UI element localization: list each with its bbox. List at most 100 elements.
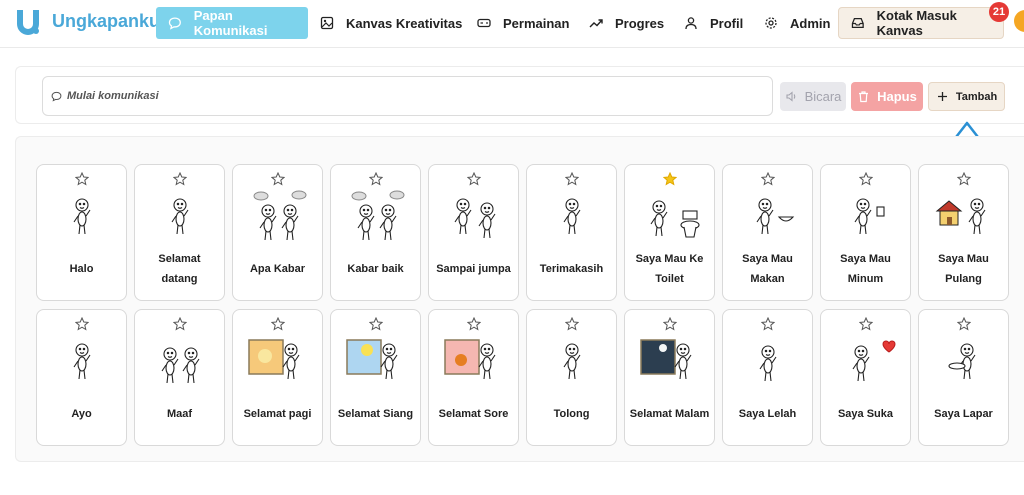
board-card[interactable]: Saya Lelah xyxy=(722,309,813,446)
board-card[interactable]: Saya Mau Pulang xyxy=(918,164,1009,301)
board-card[interactable]: Tolong xyxy=(526,309,617,446)
favorite-star-icon[interactable] xyxy=(467,317,481,331)
board-card[interactable]: Selamat Siang xyxy=(330,309,421,446)
card-label: Ayo xyxy=(71,408,92,420)
help-stick-figure-icon xyxy=(563,343,581,380)
image-icon xyxy=(320,16,334,30)
favorite-star-icon[interactable] xyxy=(271,172,285,186)
waving-stick-figure-icon xyxy=(73,198,91,235)
board-card[interactable]: Apa Kabar xyxy=(232,164,323,301)
figure-with-house-icon xyxy=(935,198,986,235)
favorite-star-icon[interactable] xyxy=(957,317,971,331)
figure-with-heart-icon xyxy=(852,340,896,382)
board-card[interactable]: Sampai jumpa xyxy=(428,164,519,301)
board-card[interactable]: Saya Mau Makan xyxy=(722,164,813,301)
tired-stick-figure-icon xyxy=(759,345,777,382)
board-card[interactable]: Kabar baik xyxy=(330,164,421,301)
favorite-star-icon[interactable] xyxy=(173,172,187,186)
favorite-star-icon[interactable] xyxy=(663,317,677,331)
two-figures-apology-icon xyxy=(161,347,200,384)
nav-kotak-masuk-kanvas[interactable]: Kotak Masuk Kanvas xyxy=(838,7,1004,39)
card-label: Saya Mau Makan xyxy=(742,253,793,285)
board-card[interactable]: Ayo xyxy=(36,309,127,446)
nav-profil[interactable]: Profil xyxy=(684,7,743,39)
nav-progres[interactable]: Progres xyxy=(589,7,664,39)
board-card[interactable]: Halo xyxy=(36,164,127,301)
card-label: Selamat datang xyxy=(158,253,201,285)
window-noon-figure-icon xyxy=(346,339,398,380)
two-figures-speech-bubbles-icon xyxy=(253,190,307,241)
board-card[interactable]: Saya Mau Minum xyxy=(820,164,911,301)
nav-label: Progres xyxy=(615,15,665,31)
favorite-star-icon[interactable] xyxy=(957,172,971,186)
favorite-star-icon[interactable] xyxy=(565,172,579,186)
favorite-star-icon[interactable] xyxy=(761,317,775,331)
top-navbar: Ungkapanku Papan Komunikasi Kanvas Kreat… xyxy=(0,0,1024,48)
figure-with-plate-icon xyxy=(948,343,976,380)
welcoming-stick-figure-icon xyxy=(171,198,189,235)
card-label: Halo xyxy=(69,263,94,275)
card-label: Saya Lapar xyxy=(934,408,993,420)
board-card[interactable]: Maaf xyxy=(134,309,225,446)
add-label: Tambah xyxy=(955,90,998,103)
favorite-star-icon[interactable] xyxy=(565,317,579,331)
board-card[interactable]: Selamat datang xyxy=(134,164,225,301)
nav-label: Kotak Masuk Kanvas xyxy=(876,8,957,38)
delete-button[interactable]: Hapus xyxy=(851,82,923,111)
favorite-star-icon[interactable] xyxy=(467,172,481,186)
card-label: Selamat Malam xyxy=(629,408,710,420)
notification-badge[interactable]: 21 xyxy=(989,2,1009,22)
nav-label: Admin xyxy=(790,15,831,31)
nav-kanvas-kreativitas[interactable]: Kanvas Kreativitas xyxy=(320,7,462,39)
speak-button[interactable]: Bicara xyxy=(780,82,846,111)
chat-bubble-icon xyxy=(51,91,62,102)
favorite-star-icon[interactable] xyxy=(369,317,383,331)
nav-label: Papan Komunikasi xyxy=(193,8,268,38)
trending-up-icon xyxy=(589,19,603,28)
favorite-star-icon[interactable] xyxy=(271,317,285,331)
thankful-stick-figure-icon xyxy=(563,198,581,235)
plus-icon xyxy=(937,92,947,101)
board-card[interactable]: Selamat pagi xyxy=(232,309,323,446)
card-label: Selamat Siang xyxy=(337,408,414,420)
speaker-icon xyxy=(786,91,795,102)
card-label: Apa Kabar xyxy=(249,263,306,275)
delete-label: Hapus xyxy=(877,89,917,104)
inbox-icon xyxy=(851,17,864,29)
gamepad-icon xyxy=(477,18,491,28)
board-card[interactable]: Selamat Malam xyxy=(624,309,715,446)
board-card[interactable]: Saya Suka xyxy=(820,309,911,446)
favorite-star-icon[interactable] xyxy=(859,317,873,331)
communication-placeholder: Mulai komunikasi xyxy=(67,90,159,102)
favorite-star-icon[interactable] xyxy=(75,172,89,186)
two-figures-goodbye-icon xyxy=(454,198,496,239)
card-label: Saya Mau Pulang xyxy=(938,253,989,285)
board-card[interactable]: Saya Lapar xyxy=(918,309,1009,446)
app-name[interactable]: Ungkapanku xyxy=(52,11,160,32)
add-button[interactable]: Tambah xyxy=(928,82,1005,111)
figure-with-cup-icon xyxy=(854,198,885,235)
card-label: Selamat Sore xyxy=(438,408,509,420)
board-card[interactable]: Terimakasih xyxy=(526,164,617,301)
favorite-star-icon[interactable] xyxy=(859,172,873,186)
chat-bubble-icon xyxy=(168,17,181,30)
card-label: Saya Lelah xyxy=(738,408,797,420)
favorite-star-icon[interactable] xyxy=(761,172,775,186)
nav-label: Permainan xyxy=(503,15,570,31)
communication-input[interactable]: Mulai komunikasi xyxy=(42,76,773,116)
board-card[interactable]: Saya Mau Ke Toilet xyxy=(624,164,715,301)
app-logo-icon xyxy=(17,10,39,35)
favorite-star-icon[interactable] xyxy=(75,317,89,331)
card-label: Saya Mau Ke Toilet xyxy=(635,253,704,285)
nav-admin[interactable]: Admin xyxy=(764,7,830,39)
card-label: Saya Mau Minum xyxy=(840,253,891,285)
favorite-star-icon[interactable] xyxy=(369,172,383,186)
nav-permainan[interactable]: Permainan xyxy=(477,7,569,39)
beckoning-stick-figure-icon xyxy=(73,343,91,380)
nav-papan-komunikasi[interactable]: Papan Komunikasi xyxy=(156,7,308,39)
favorite-star-icon[interactable] xyxy=(663,172,677,186)
card-label: Tolong xyxy=(553,408,590,420)
favorite-star-icon[interactable] xyxy=(173,317,187,331)
board-card[interactable]: Selamat Sore xyxy=(428,309,519,446)
window-evening-figure-icon xyxy=(444,339,496,380)
